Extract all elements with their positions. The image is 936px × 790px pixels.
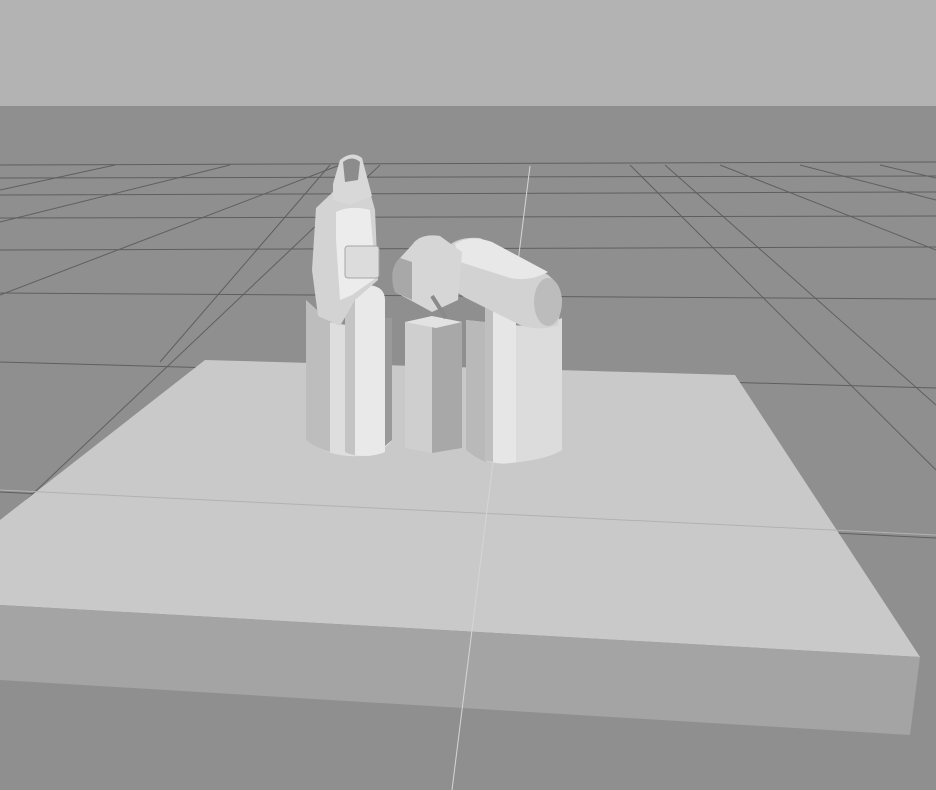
left-robot-wrist-dark bbox=[343, 158, 360, 182]
left-robot-joint-plate bbox=[344, 245, 380, 279]
right-robot-elbow-joint bbox=[534, 278, 562, 326]
3d-viewport[interactable] bbox=[0, 0, 936, 790]
simulation-scene[interactable] bbox=[0, 0, 936, 790]
pedestal-right-face bbox=[432, 318, 462, 453]
left-robot-base-shade bbox=[306, 300, 330, 452]
pedestal-left-face bbox=[405, 318, 432, 453]
center-pedestal[interactable] bbox=[405, 316, 462, 453]
right-robot-base-shade bbox=[466, 320, 486, 462]
right-robot-link-shade bbox=[485, 285, 493, 462]
left-robot-base-shadow bbox=[385, 318, 392, 446]
sky-background bbox=[0, 0, 936, 106]
